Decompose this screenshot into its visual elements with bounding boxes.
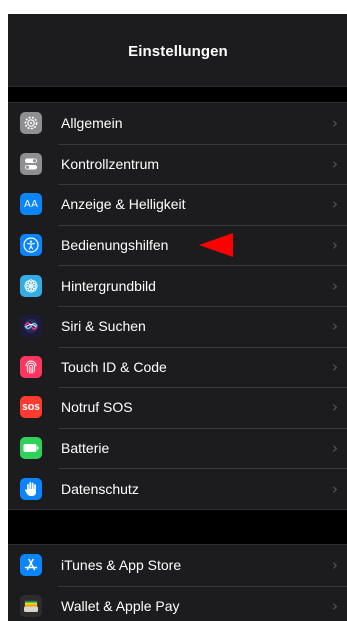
settings-item-kontrollzentrum[interactable]: Kontrollzentrum › [8,143,347,185]
settings-screen: Einstellungen Allgemein › Kontrollzentru… [8,14,347,621]
chevron-right-icon: › [332,195,338,214]
settings-item-allgemein[interactable]: Allgemein › [8,103,347,144]
chevron-right-icon: › [332,317,338,336]
chevron-right-icon: › [332,154,338,173]
settings-item-touch-id-code[interactable]: Touch ID & Code › [8,346,347,388]
settings-item-label: Batterie [61,440,110,457]
settings-item-label: Allgemein [61,115,123,132]
display-brightness-icon: AA [20,193,42,216]
settings-item-datenschutz[interactable]: Datenschutz › [8,468,347,509]
toggles-icon [20,152,42,175]
settings-item-batterie[interactable]: Batterie › [8,427,347,469]
sos-icon: SOS [20,396,42,419]
chevron-right-icon: › [332,114,338,133]
settings-item-hintergrundbild[interactable]: Hintergrundbild › [8,265,347,306]
settings-item-notruf-sos[interactable]: SOS Notruf SOS › [8,387,347,428]
chevron-right-icon: › [332,357,338,376]
settings-item-label: Hintergrundbild [61,277,156,294]
hand-icon [20,477,42,500]
wallpaper-flower-icon [20,274,42,297]
siri-icon [20,315,42,338]
chevron-right-icon: › [332,236,338,255]
settings-item-bedienungshilfen[interactable]: Bedienungshilfen › [8,224,347,266]
settings-item-label: Notruf SOS [61,399,133,416]
wallet-icon [20,594,42,617]
chevron-right-icon: › [332,276,338,295]
settings-item-label: Wallet & Apple Pay [61,597,180,614]
settings-item-label: Datenschutz [61,480,139,497]
accessibility-icon [20,234,42,257]
settings-item-label: Siri & Suchen [61,318,146,335]
settings-item-itunes-app-store[interactable]: iTunes & App Store › [8,545,347,586]
settings-group-stores: iTunes & App Store › Wallet & Apple Pay … [8,543,347,621]
gear-icon [20,112,42,135]
settings-group-main: Allgemein › Kontrollzentrum › AA Anzeige… [8,102,347,510]
navigation-bar: Einstellungen [8,14,347,87]
group-spacer [8,87,347,102]
chevron-right-icon: › [332,479,338,498]
chevron-right-icon: › [332,439,338,458]
app-store-icon [20,554,42,577]
settings-item-label: Anzeige & Helligkeit [61,196,186,213]
settings-item-wallet-apple-pay[interactable]: Wallet & Apple Pay › [8,585,347,621]
settings-item-label: Bedienungshilfen [61,237,169,254]
settings-item-label: iTunes & App Store [61,557,182,574]
settings-item-siri-suchen[interactable]: Siri & Suchen › [8,305,347,347]
battery-icon [20,437,42,460]
group-spacer [8,509,347,544]
settings-item-label: Kontrollzentrum [61,155,160,172]
chevron-right-icon: › [332,596,338,615]
chevron-right-icon: › [332,556,338,575]
settings-item-anzeige-helligkeit[interactable]: AA Anzeige & Helligkeit › [8,184,347,225]
page-title: Einstellungen [128,42,228,60]
red-arrow-annotation [199,233,233,258]
settings-item-label: Touch ID & Code [61,358,167,375]
fingerprint-icon [20,355,42,378]
chevron-right-icon: › [332,398,338,417]
